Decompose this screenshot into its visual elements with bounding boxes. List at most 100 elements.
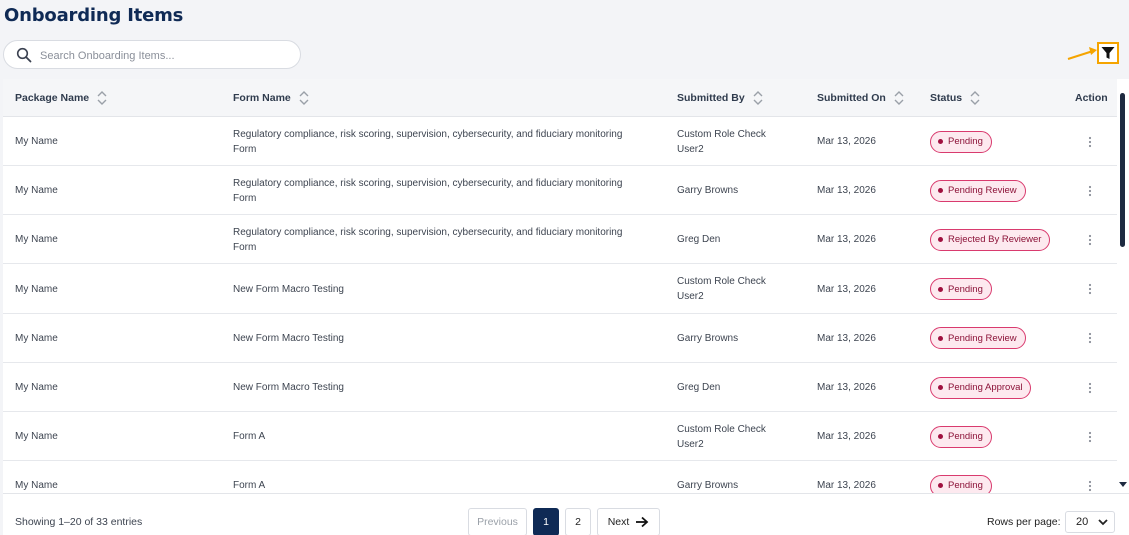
filter-button[interactable] [1097,42,1119,64]
page-title: Onboarding Items [4,5,184,26]
sort-icon[interactable] [894,90,904,106]
cell-submitted-on-text: Mar 13, 2026 [817,185,876,197]
cell-package-name: My Name [15,166,215,215]
status-dot-icon [938,237,943,243]
column-label: Submitted On [817,91,886,104]
kebab-icon[interactable] [1083,381,1097,395]
cell-submitted-by-text: Custom Role Check User2 [677,128,766,155]
cell-status: Pending Approval [930,363,1032,412]
page-2-button[interactable]: 2 [565,508,591,535]
cell-submitted-by: Garry Browns [677,314,787,363]
page-1-button[interactable]: 1 [533,508,559,535]
table-row[interactable]: My Name New Form Macro Testing Garry Brown… [3,314,1117,363]
cell-form-name-text: New Form Macro Testing [233,283,344,295]
table-row[interactable]: My Name Form A Custom Role Check User2 Mar … [3,412,1117,462]
scroll-down-icon[interactable] [1119,480,1127,488]
cell-submitted-by-text: Custom Role Check User2 [677,423,766,450]
cell-status: Pending [930,412,992,461]
status-badge: Pending [930,474,992,493]
cell-submitted-on-text: Mar 13, 2026 [817,382,876,393]
cell-form-name-text: Form A [233,431,266,443]
cell-submitted-by-text: Custom Role Check User2 [677,276,766,303]
status-dot-icon [938,188,943,194]
cell-package-name-text: My Name [15,332,58,344]
column-header-submitted-on[interactable]: Submitted On [817,79,904,116]
next-page-button[interactable]: Next [597,508,660,535]
cell-package-name: My Name [15,363,215,412]
status-text: Pending Approval [948,382,1023,393]
status-text: Pending Review [948,332,1017,344]
kebab-icon[interactable] [1083,430,1097,444]
sort-icon[interactable] [970,90,980,106]
sort-icon[interactable] [299,90,309,106]
cell-action [1083,215,1097,264]
column-header-action: Action [1075,79,1108,116]
cell-submitted-by: Custom Role Check User2 [677,265,787,314]
cell-submitted-on-text: Mar 13, 2026 [817,136,876,147]
cell-submitted-on-text: Mar 13, 2026 [817,431,876,443]
column-header-package-name[interactable]: Package Name [15,79,107,116]
cell-action [1083,314,1097,363]
search-bar[interactable] [3,40,301,69]
status-dot-icon [938,286,943,292]
column-label: Package Name [15,91,90,104]
cell-form-name: Form A [233,461,643,493]
cell-package-name-text: My Name [15,185,58,197]
cell-package-name: My Name [15,314,215,363]
table-header: Package Name Form Name Submitted By Subm… [3,79,1117,117]
cell-submitted-on: Mar 13, 2026 [817,166,907,215]
cell-submitted-on-text: Mar 13, 2026 [817,234,876,246]
table-row[interactable]: My Name New Form Macro Testing Custom Role… [3,265,1117,314]
table-row[interactable]: My Name Regulatory compliance, risk scori… [3,117,1117,166]
kebab-icon[interactable] [1083,479,1097,493]
column-header-submitted-by[interactable]: Submitted By [677,79,763,116]
cell-package-name: My Name [15,265,215,314]
cell-form-name-text: Regulatory compliance, risk scoring, sup… [233,226,623,253]
cell-form-name: Regulatory compliance, risk scoring, sup… [233,117,643,166]
cell-action [1083,363,1097,412]
status-dot-icon [938,483,943,489]
cell-package-name: My Name [15,117,215,166]
cell-package-name: My Name [15,215,215,264]
kebab-icon[interactable] [1083,233,1097,247]
rows-per-page-label: Rows per page: [987,516,1061,528]
column-header-status[interactable]: Status [930,79,980,116]
scrollbar-thumb[interactable] [1120,93,1125,247]
table-body: My Name Regulatory compliance, risk scori… [3,117,1117,493]
rows-per-page-select[interactable]: 20 [1065,511,1115,533]
cell-form-name-text: Form A [233,480,266,492]
kebab-icon[interactable] [1083,331,1097,345]
sort-icon[interactable] [97,90,107,106]
table-row[interactable]: My Name Regulatory compliance, risk scori… [3,215,1117,265]
kebab-icon[interactable] [1083,135,1097,149]
cell-submitted-by: Greg Den [677,363,787,412]
search-input[interactable] [38,46,297,66]
cell-action [1083,166,1097,215]
kebab-icon[interactable] [1083,184,1097,198]
column-header-form-name[interactable]: Form Name [233,79,309,116]
table-footer: Showing 1–20 of 33 entries Previous 1 2 … [3,493,1129,535]
cell-package-name-text: My Name [15,283,58,295]
search-icon [16,47,32,63]
cell-submitted-on: Mar 13, 2026 [817,314,907,363]
status-badge: Pending [930,130,992,153]
table-row[interactable]: My Name New Form Macro Testing Greg Den Mar… [3,363,1117,412]
cell-status: Pending [930,117,992,166]
cell-submitted-by-text: Garry Browns [677,480,739,492]
status-dot-icon [938,335,943,341]
status-badge: Pending [930,278,992,301]
table-row[interactable]: My Name Regulatory compliance, risk scori… [3,166,1117,216]
cell-submitted-by-text: Greg Den [677,234,721,246]
status-badge: Pending Review [930,179,1026,202]
kebab-icon[interactable] [1083,282,1097,296]
sort-icon[interactable] [753,90,763,106]
cell-form-name-text: Regulatory compliance, risk scoring, sup… [233,177,623,204]
table-scrollbar[interactable] [1117,79,1129,493]
previous-page-button[interactable]: Previous [468,508,527,535]
column-label: Action [1075,91,1108,104]
rows-per-page-value: 20 [1076,516,1089,528]
entries-summary: Showing 1–20 of 33 entries [15,516,143,528]
table-row[interactable]: My Name Form A Garry Browns Mar 13, 2026 Pen… [3,461,1117,493]
status-text: Pending [948,431,983,443]
cell-status: Pending [930,461,992,493]
